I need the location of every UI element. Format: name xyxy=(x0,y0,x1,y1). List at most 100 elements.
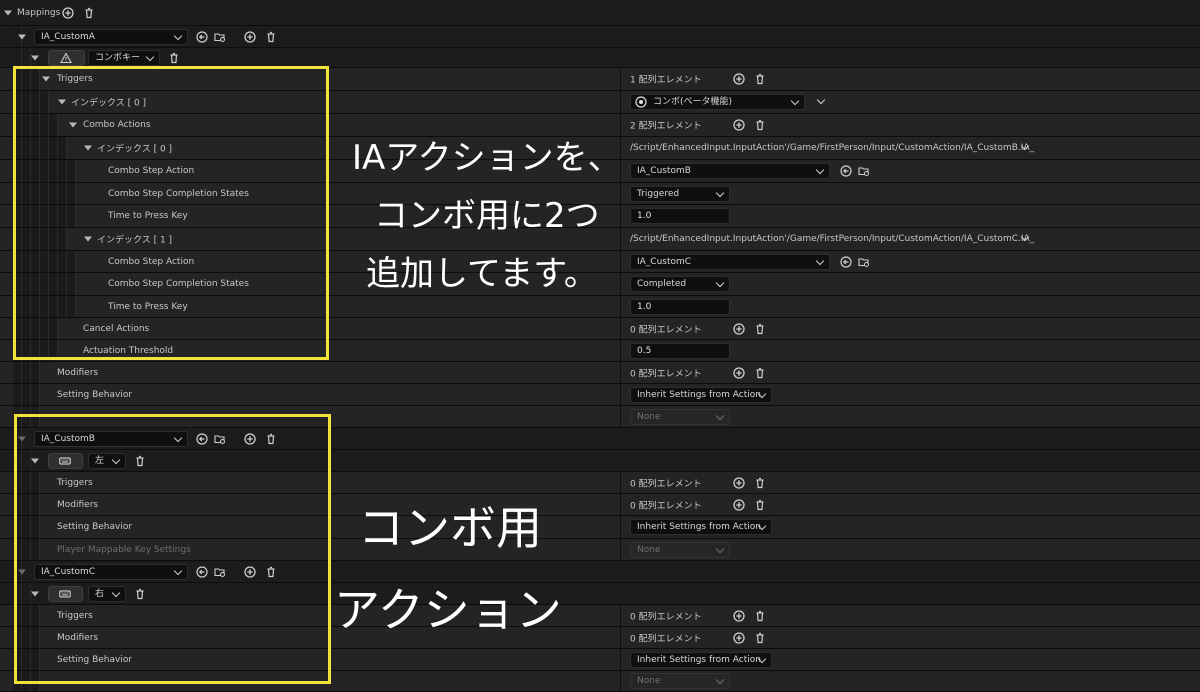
use-selected-icon[interactable] xyxy=(196,31,208,43)
pmks-label: Player Mappable Key Settings xyxy=(57,544,191,555)
trigger-type-select[interactable]: コンボ(ベータ機能) xyxy=(630,94,805,110)
combo-step-states-label: Combo Step Completion States xyxy=(108,279,249,289)
action-select-c[interactable]: IA_CustomC xyxy=(34,563,188,580)
trash-icon[interactable] xyxy=(134,455,146,467)
add-key-icon[interactable] xyxy=(244,566,256,578)
trash-icon[interactable] xyxy=(754,367,766,379)
mapping-a-expand-arrow[interactable] xyxy=(18,34,26,39)
add-element-icon[interactable] xyxy=(733,477,745,489)
chevron-down-icon xyxy=(715,411,725,420)
mappings-expand-arrow[interactable] xyxy=(4,10,12,15)
browse-icon[interactable] xyxy=(858,165,870,177)
add-mapping-icon[interactable] xyxy=(62,7,74,19)
browse-icon[interactable] xyxy=(214,31,226,43)
trash-icon[interactable] xyxy=(83,7,95,19)
trash-icon[interactable] xyxy=(754,73,766,85)
key-select-b[interactable]: 左 xyxy=(88,452,126,469)
setting-behavior-select-b[interactable]: Inherit Settings from Action xyxy=(630,519,772,535)
setting-behavior-label: Setting Behavior xyxy=(57,522,133,532)
time-to-press-input-0[interactable]: 1.0 xyxy=(630,208,730,224)
setting-behavior-select-c-text: Inherit Settings from Action xyxy=(637,654,761,665)
modifiers-count: 0 配列エレメント xyxy=(630,369,702,379)
action-select-b-text: IA_CustomB xyxy=(41,433,95,444)
add-element-icon[interactable] xyxy=(733,367,745,379)
mappings-header: Mappings xyxy=(0,0,1200,26)
trash-icon[interactable] xyxy=(754,632,766,644)
time-to-press-label: Time to Press Key xyxy=(108,301,188,312)
key-expand-arrow[interactable] xyxy=(31,55,39,60)
mapping-b-row: IA_CustomB xyxy=(0,428,1200,450)
trash-icon[interactable] xyxy=(265,566,277,578)
key-expand-arrow[interactable] xyxy=(31,591,39,596)
triggers-expand-arrow[interactable] xyxy=(42,76,50,82)
time-to-press-input-1[interactable]: 1.0 xyxy=(630,298,730,315)
combo-index0-expand-arrow[interactable] xyxy=(84,145,92,151)
trash-icon[interactable] xyxy=(168,52,180,64)
add-key-icon[interactable] xyxy=(244,433,256,445)
mapping-c-row: IA_CustomC xyxy=(0,561,1200,583)
time-to-press-row-1: Time to Press Key 1.0 xyxy=(0,296,1200,318)
trash-icon[interactable] xyxy=(754,499,766,511)
warning-icon xyxy=(60,52,72,64)
key-select-a[interactable]: コンボキー xyxy=(88,49,160,66)
add-element-icon[interactable] xyxy=(733,632,745,644)
chevron-down-icon xyxy=(173,433,183,442)
step-action-select-0[interactable]: IA_CustomB xyxy=(630,163,830,179)
trash-icon[interactable] xyxy=(754,610,766,622)
trash-icon[interactable] xyxy=(265,433,277,445)
step-state-select-1[interactable]: Completed xyxy=(630,276,730,292)
combo-index0-label: インデックス [ 0 ] xyxy=(97,144,173,155)
combo-index1-expand-arrow[interactable] xyxy=(84,236,92,242)
chevron-down-icon xyxy=(715,544,725,553)
setting-behavior-select-a[interactable]: Inherit Settings from Action xyxy=(630,386,772,403)
step-state-select-0[interactable]: Triggered xyxy=(630,185,730,202)
browse-icon[interactable] xyxy=(858,256,870,268)
combo-index1-row: インデックス [ 1 ] /Script/EnhancedInput.InputA… xyxy=(0,228,1200,251)
step-state-select-1-text: Completed xyxy=(637,279,687,289)
keyboard-icon xyxy=(59,588,71,600)
browse-icon[interactable] xyxy=(214,433,226,445)
mapping-b-expand-arrow[interactable] xyxy=(18,436,26,441)
annotation-line-5: アクション xyxy=(334,583,562,637)
step-action-select-1[interactable]: IA_CustomC xyxy=(630,253,830,270)
trigger-type-text: コンボ(ベータ機能) xyxy=(653,97,733,107)
trash-icon[interactable] xyxy=(134,588,146,600)
pmks-row-b: Player Mappable Key Settings None xyxy=(0,539,1200,561)
index-expand-arrow[interactable] xyxy=(58,99,66,105)
actuation-threshold-input-text: 0.5 xyxy=(637,345,652,356)
add-element-icon[interactable] xyxy=(733,119,745,131)
browse-icon[interactable] xyxy=(214,566,226,578)
add-key-icon[interactable] xyxy=(244,31,256,43)
use-selected-icon[interactable] xyxy=(840,165,852,177)
modifiers-count-b: 0 配列エレメント xyxy=(630,501,702,511)
mapping-c-expand-arrow[interactable] xyxy=(18,569,26,574)
combo-actions-expand-arrow[interactable] xyxy=(69,122,77,128)
action-select-b[interactable]: IA_CustomB xyxy=(34,430,188,447)
action-select-a[interactable]: IA_CustomA xyxy=(34,28,188,45)
add-element-icon[interactable] xyxy=(733,73,745,85)
key-select-c[interactable]: 右 xyxy=(88,585,126,602)
add-element-icon[interactable] xyxy=(733,499,745,511)
action-select-a-text: IA_CustomA xyxy=(41,31,95,42)
step-state-select-0-text: Triggered xyxy=(637,188,680,199)
cancel-actions-label: Cancel Actions xyxy=(83,323,150,334)
trash-icon[interactable] xyxy=(754,477,766,489)
setting-behavior-label: Setting Behavior xyxy=(57,654,133,665)
use-selected-icon[interactable] xyxy=(196,566,208,578)
step-action-select-0-text: IA_CustomB xyxy=(637,166,691,176)
use-selected-icon[interactable] xyxy=(840,256,852,268)
setting-behavior-select-c[interactable]: Inherit Settings from Action xyxy=(630,651,772,668)
modifiers-label: Modifiers xyxy=(57,499,99,510)
trash-icon[interactable] xyxy=(265,31,277,43)
trash-icon[interactable] xyxy=(754,119,766,131)
use-selected-icon[interactable] xyxy=(196,433,208,445)
chevron-down-icon[interactable] xyxy=(816,95,826,105)
add-element-icon[interactable] xyxy=(733,323,745,335)
key-expand-arrow[interactable] xyxy=(31,458,39,463)
trash-icon[interactable] xyxy=(754,323,766,335)
triggers-row-b: Triggers 0 配列エレメント xyxy=(0,472,1200,494)
pmks-select-a-text: None xyxy=(637,411,661,422)
add-element-icon[interactable] xyxy=(733,610,745,622)
actuation-threshold-input[interactable]: 0.5 xyxy=(630,342,730,359)
setting-behavior-row-a: Setting Behavior Inherit Settings from Ac… xyxy=(0,384,1200,406)
